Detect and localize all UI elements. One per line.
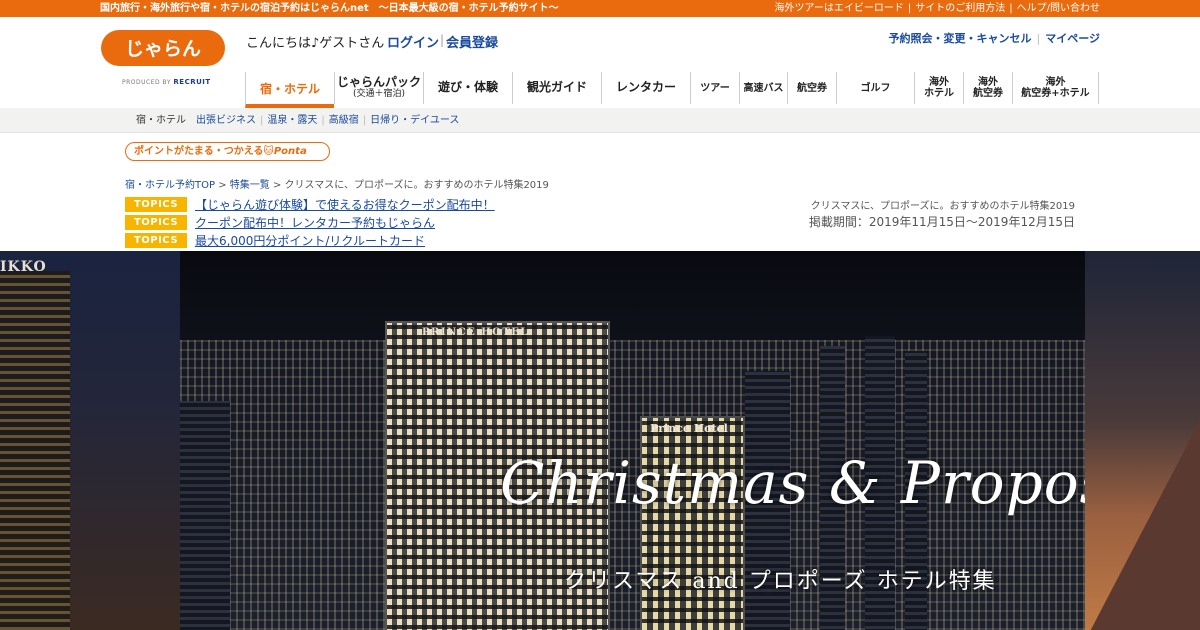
nav-label: 高速バス [743,82,784,94]
nav-label: ツアー [700,82,730,94]
link-ab-road[interactable]: 海外ツアーはエイビーロード [774,3,903,14]
login-link[interactable]: ログイン [387,32,439,51]
nav-label: じゃらんパック [336,75,421,90]
nav-activities[interactable]: 遊び・体験 [423,72,512,104]
nav-sublabel: 航空券 [973,88,1003,99]
nav-label: 海外 [978,77,998,88]
divider: | [440,33,445,47]
topics-badge: TOPICS [125,197,187,212]
hero-script-title: Christmas & Propose [500,449,1085,517]
background-building [180,401,230,630]
nav-label: 海外 [929,77,949,88]
nav-guide[interactable]: 観光ガイド [512,72,601,104]
link-help[interactable]: ヘルプ/問い合わせ [1017,3,1100,14]
hero-subtitle: クリスマス and プロポーズ ホテル特集 [564,569,997,594]
nav-label: 宿・ホテル [259,82,320,97]
logo-text: じゃらん [125,38,201,60]
subnav-business[interactable]: 出張ビジネス [196,115,256,126]
divider: | [362,115,367,126]
recruit-logo: RECRUIT [173,78,211,86]
breadcrumb: 宿・ホテル予約TOP > 特集一覧 > クリスマスに、プロポーズに。おすすめのホ… [125,176,549,191]
divider: | [907,3,912,14]
divider: | [1036,32,1041,45]
hotel-sign-left: IKKO [0,259,47,275]
hero-main-photo: PRINCE HOTEL Prince Hotel Christmas & Pr… [180,251,1085,630]
nav-label: レンタカー [615,80,676,95]
topic-link[interactable]: クーポン配布中！レンタカー予約もじゃらん [195,214,435,231]
nav-overseas-hotel[interactable]: 海外 ホテル [914,72,963,104]
topic-row: TOPICS クーポン配布中！レンタカー予約もじゃらん [125,215,435,230]
feature-period: 掲載期間：2019年11月15日～2019年12月15日 [808,215,1075,229]
nav-sublabel: (交通＋宿泊) [352,88,406,99]
feature-title: クリスマスに、プロポーズに。おすすめのホテル特集2019 [810,201,1075,212]
subnav-onsen[interactable]: 温泉・露天 [267,115,317,126]
nav-sublabel: 航空券+ホテル [1021,88,1090,99]
topics-badge: TOPICS [125,215,187,230]
subnav-dayuse[interactable]: 日帰り・デイユース [370,115,459,126]
greeting: こんにちは♪ゲストさん [246,36,385,51]
nav-label: 航空券 [797,82,827,94]
site-tagline: 国内旅行・海外旅行や宿・ホテルの宿泊予約はじゃらんnet ～日本最大級の宿・ホテ… [100,3,559,14]
topic-row: TOPICS 【じゃらん遊び体験】で使えるお得なクーポン配布中！ [125,197,495,212]
mypage-link[interactable]: マイページ [1045,32,1100,45]
link-site-guide[interactable]: サイトのご利用方法 [915,3,1005,14]
prince-hotel-sign: PRINCE HOTEL [422,327,529,338]
divider: | [321,115,325,126]
nav-air[interactable]: 航空券 [787,72,836,104]
nav-jalan-pack[interactable]: じゃらんパック (交通＋宿泊) [334,72,423,104]
nav-tour[interactable]: ツアー [690,72,739,104]
nav-sublabel: ホテル [924,88,954,99]
nav-hotel[interactable]: 宿・ホテル [245,72,334,108]
ponta-brand: Ponta [273,146,307,157]
ponta-icon: 🐱 [263,146,274,157]
reservation-link[interactable]: 予約照会・変更・キャンセル [889,32,1032,45]
nav-label: ゴルフ [860,82,891,94]
topic-link[interactable]: 【じゃらん遊び体験】で使えるお得なクーポン配布中！ [195,196,495,213]
nav-rentacar[interactable]: レンタカー [601,72,690,104]
ponta-banner[interactable]: ポイントがたまる・つかえる🐱Ponta [125,142,330,161]
nav-label: 遊び・体験 [437,80,498,95]
hero-banner: IKKO PRINCE HOTEL Prince Hotel Christmas… [0,251,1200,630]
header-right-links: 予約照会・変更・キャンセル | マイページ [889,30,1101,46]
nav-label: 観光ガイド [526,80,587,95]
breadcrumb-features[interactable]: 特集一覧 [230,180,270,191]
topic-link[interactable]: 最大6,000円分ポイント/リクルートカード [195,232,425,249]
building-left [0,271,70,630]
hero-left-photo: IKKO [0,251,180,630]
breadcrumb-sep: > [272,180,282,191]
prince-hotel-annex-sign: Prince Hotel [650,422,728,435]
topics-badge: TOPICS [125,233,187,248]
nav-overseas-air[interactable]: 海外 航空券 [963,72,1012,104]
register-link[interactable]: 会員登録 [446,32,498,51]
nav-label: 海外 [1045,77,1066,88]
subnav-links: 出張ビジネス | 温泉・露天 | 高級宿 | 日帰り・デイユース [196,108,459,133]
nav-golf[interactable]: ゴルフ [836,72,914,104]
subnav-luxury[interactable]: 高級宿 [329,115,359,126]
nav-bus[interactable]: 高速バス [739,72,787,104]
breadcrumb-current: クリスマスに、プロポーズに。おすすめのホテル特集2019 [284,180,549,191]
subnav-current: 宿・ホテル [136,115,186,126]
feature-info: クリスマスに、プロポーズに。おすすめのホテル特集2019 掲載期間：2019年1… [809,197,1075,230]
top-bar: 国内旅行・海外旅行や宿・ホテルの宿泊予約はじゃらんnet ～日本最大級の宿・ホテ… [0,0,1200,17]
produced-by: PRODUCED BY RECRUIT [122,78,211,86]
mountain-silhouette [1085,411,1200,630]
main-nav: 宿・ホテル じゃらんパック (交通＋宿泊) 遊び・体験 観光ガイド レンタカー ツ… [245,72,1099,108]
nav-overseas-air-hotel[interactable]: 海外 航空券+ホテル [1012,72,1099,104]
sub-nav: 宿・ホテル 出張ビジネス | 温泉・露天 | 高級宿 | 日帰り・デイユース [0,108,1200,133]
top-links: 海外ツアーはエイビーロード | サイトのご利用方法 | ヘルプ/問い合わせ [774,0,1100,17]
divider: | [1009,3,1013,14]
divider: | [260,115,264,126]
ponta-text: ポイントがたまる・つかえる [134,146,264,157]
jalan-logo[interactable]: じゃらん [99,28,227,68]
topic-row: TOPICS 最大6,000円分ポイント/リクルートカード [125,233,425,248]
breadcrumb-top[interactable]: 宿・ホテル予約TOP [125,180,215,191]
breadcrumb-sep: > [218,180,227,191]
